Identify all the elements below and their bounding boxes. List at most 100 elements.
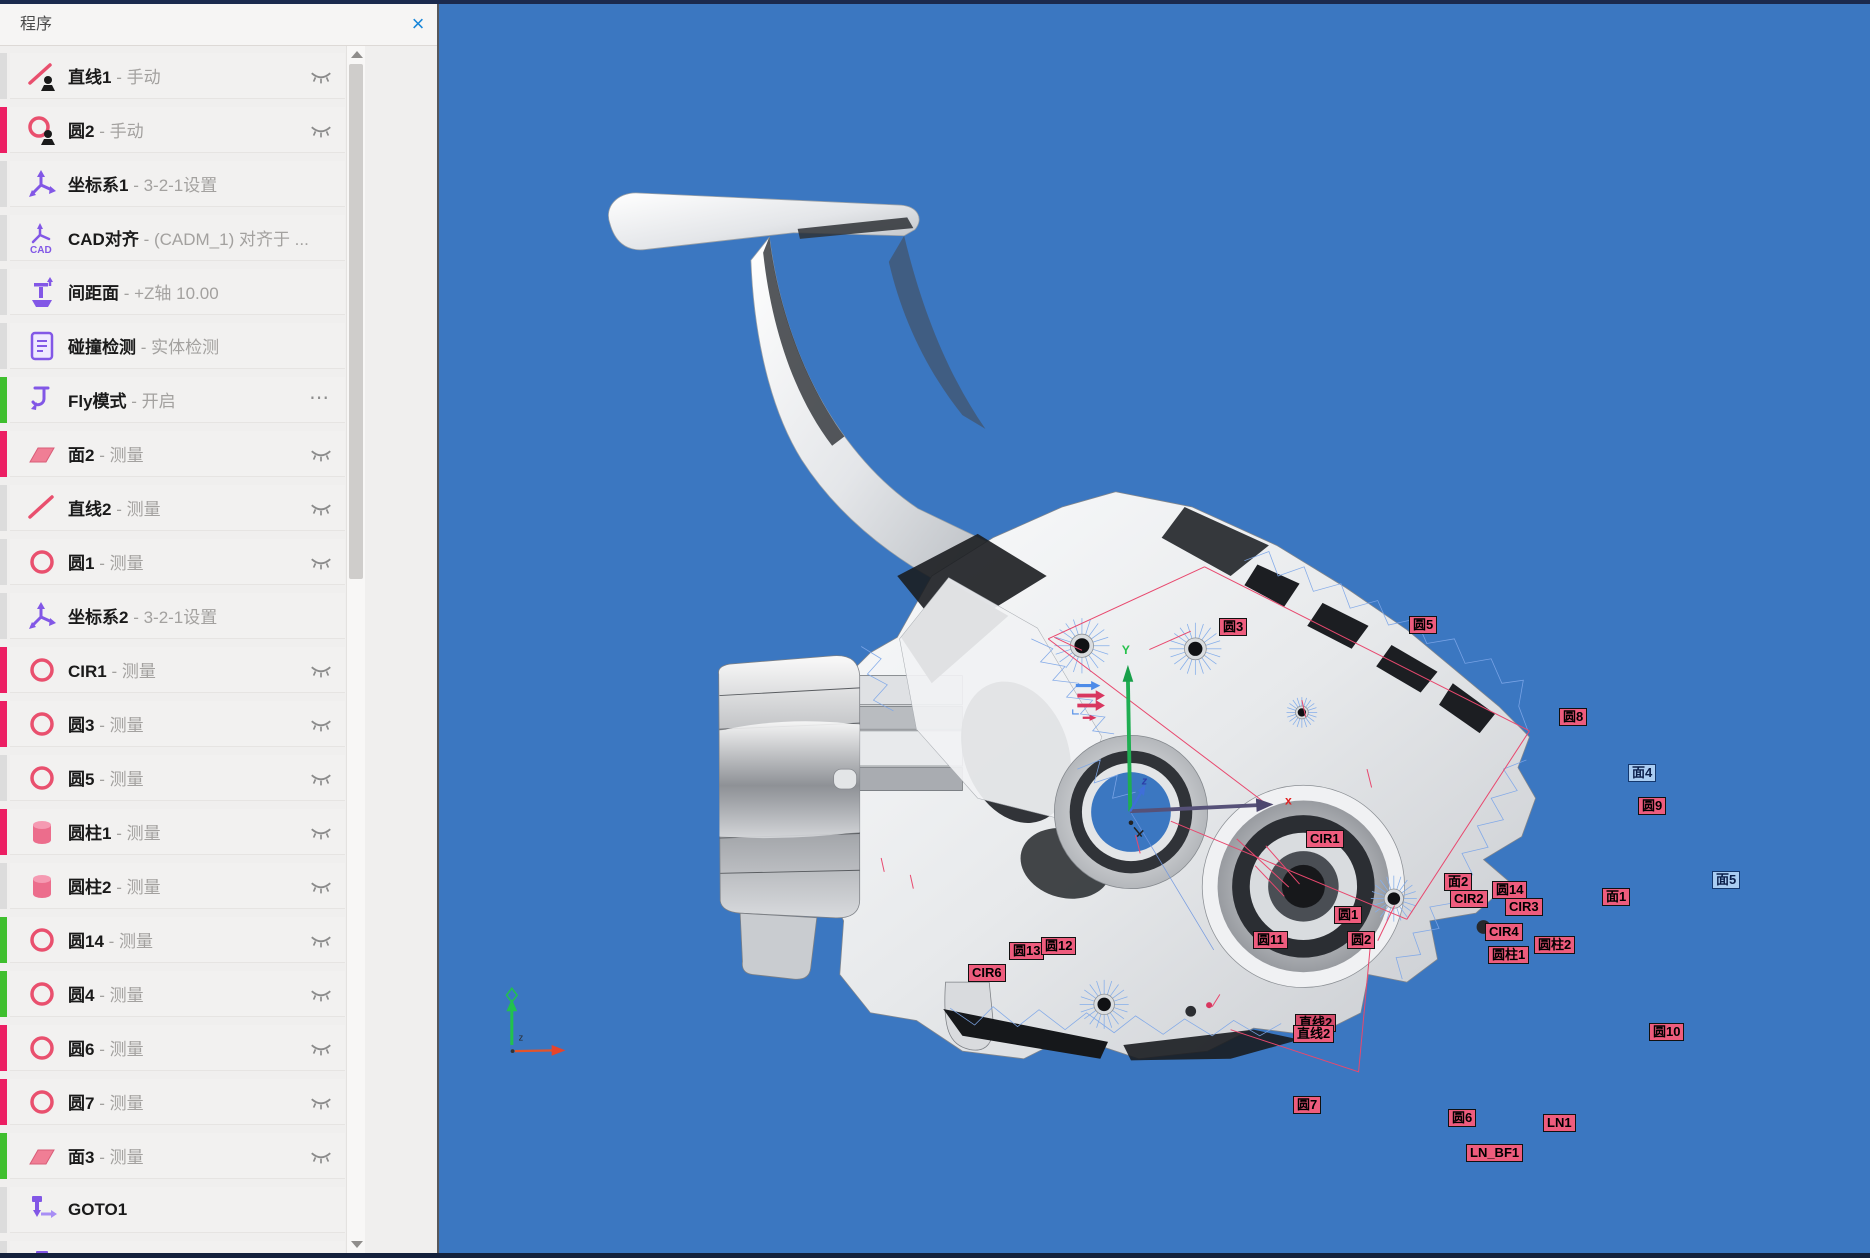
status-accent-bar [0,1025,7,1071]
program-item-22[interactable]: GOTO1 [10,1187,345,1233]
feature-label-27[interactable]: 圆10 [1649,1023,1684,1041]
feature-label-9[interactable]: CIR2 [1450,890,1488,908]
program-item-2[interactable]: 圆2 - 手动 [10,107,345,153]
feature-label-2[interactable]: 圆8 [1559,708,1587,726]
close-icon[interactable]: × [405,10,431,38]
visibility-eye-icon[interactable] [309,877,333,895]
visibility-eye-icon[interactable] [309,1093,333,1111]
scroll-down-icon[interactable] [351,1241,363,1248]
feature-label-26[interactable]: LN_BF1 [1466,1144,1523,1162]
visibility-eye-icon[interactable] [309,661,333,679]
program-item-16[interactable]: 圆柱2 - 测量 [10,863,345,909]
feature-label-19[interactable]: CIR4 [1485,923,1523,941]
program-item-label: 圆2 - 手动 [68,117,144,142]
program-item-7[interactable]: Fly模式 - 开启⋯ [10,377,345,423]
visibility-eye-icon[interactable] [309,1147,333,1165]
feature-label-22[interactable]: 直线2 [1293,1025,1334,1043]
line-point-icon [26,59,58,93]
program-item-label: 圆3 - 测量 [68,711,144,736]
feature-label-18[interactable]: 圆柱1 [1488,946,1529,964]
visibility-eye-icon[interactable] [309,1039,333,1057]
application-window: 程序 × 直线1 - 手动圆2 - 手动坐标系1 - 3-2-1设置CADCAD… [0,0,1870,1258]
feature-label-13[interactable]: 圆2 [1347,931,1375,949]
3d-viewport[interactable]: x Y z [437,4,1870,1253]
program-item-label: 圆14 - 测量 [68,927,153,952]
visibility-eye-icon[interactable] [309,499,333,517]
feature-label-16[interactable]: 圆12 [1041,937,1076,955]
feature-label-14[interactable]: 圆11 [1253,931,1288,949]
visibility-eye-icon[interactable] [309,553,333,571]
status-accent-bar [0,809,7,855]
feature-label-7[interactable]: 面2 [1444,873,1472,891]
program-item-4[interactable]: CAD CAD对齐 - (CADM_1) 对齐于 ... [10,215,345,261]
program-item-19[interactable]: 圆6 - 测量 [10,1025,345,1071]
feature-label-23[interactable]: 圆7 [1293,1096,1321,1114]
program-item-23[interactable]: 1-40-A90BNF3DF5 - (90.0, -5… [10,1241,345,1253]
status-accent-bar [0,485,7,531]
feature-label-0[interactable]: 圆3 [1219,618,1247,636]
program-panel-header: 程序 × [0,4,437,46]
program-item-label: CIR1 - 测量 [68,657,156,682]
feature-label-3[interactable]: 面4 [1628,764,1656,782]
axis-x-label: x [1285,793,1292,807]
program-item-label: 直线1 - 手动 [68,63,161,88]
program-item-21[interactable]: 面3 - 测量 [10,1133,345,1179]
feature-label-8[interactable]: 圆14 [1492,881,1527,899]
axes-icon [26,599,58,633]
program-item-15[interactable]: 圆柱1 - 测量 [10,809,345,855]
visibility-eye-icon[interactable] [309,823,333,841]
fly-icon [26,383,58,417]
visibility-eye-icon[interactable] [309,445,333,463]
status-accent-bar [0,647,7,693]
more-options-icon[interactable]: ⋯ [309,385,331,410]
feature-label-20[interactable]: 圆柱2 [1534,936,1575,954]
program-item-6[interactable]: 碰撞检测 - 实体检测 [10,323,345,369]
axis-z-label: z [1141,775,1148,787]
feature-label-15[interactable]: 圆13 [1009,942,1044,960]
status-accent-bar [0,755,7,801]
offset-plane-icon [26,275,58,309]
feature-label-11[interactable]: 面1 [1602,888,1630,906]
circle-icon [26,653,58,687]
program-item-14[interactable]: 圆5 - 测量 [10,755,345,801]
program-item-9[interactable]: 直线2 - 测量 [10,485,345,531]
cad-model: x Y z [439,4,1870,1253]
feature-label-25[interactable]: LN1 [1543,1114,1576,1132]
feature-label-10[interactable]: CIR3 [1505,898,1543,916]
visibility-eye-icon[interactable] [309,769,333,787]
visibility-eye-icon[interactable] [309,715,333,733]
feature-label-5[interactable]: 面5 [1712,871,1740,889]
program-panel: 程序 × 直线1 - 手动圆2 - 手动坐标系1 - 3-2-1设置CADCAD… [0,4,437,1253]
program-item-1[interactable]: 直线1 - 手动 [10,53,345,99]
program-item-17[interactable]: 圆14 - 测量 [10,917,345,963]
visibility-eye-icon[interactable] [309,931,333,949]
program-item-20[interactable]: 圆7 - 测量 [10,1079,345,1125]
scrollbar[interactable] [346,46,365,1253]
scrollbar-thumb[interactable] [349,64,363,579]
program-item-5[interactable]: 间距面 - +Z轴 10.00 [10,269,345,315]
scroll-up-icon[interactable] [351,51,363,58]
circle-icon [26,761,58,795]
program-item-12[interactable]: CIR1 - 测量 [10,647,345,693]
feature-label-24[interactable]: 圆6 [1448,1109,1476,1127]
feature-label-4[interactable]: 圆9 [1638,797,1666,815]
program-item-11[interactable]: 坐标系2 - 3-2-1设置 [10,593,345,639]
status-accent-bar [0,269,7,315]
program-item-10[interactable]: 圆1 - 测量 [10,539,345,585]
visibility-eye-icon[interactable] [309,121,333,139]
program-item-18[interactable]: 圆4 - 测量 [10,971,345,1017]
program-item-label: CAD对齐 - (CADM_1) 对齐于 ... [68,225,309,250]
status-accent-bar [0,53,7,99]
feature-label-6[interactable]: CIR1 [1306,830,1344,848]
visibility-eye-icon[interactable] [309,67,333,85]
feature-label-1[interactable]: 圆5 [1409,616,1437,634]
program-item-8[interactable]: 面2 - 测量 [10,431,345,477]
status-accent-bar [0,377,7,423]
feature-label-12[interactable]: 圆1 [1334,906,1362,924]
program-item-3[interactable]: 坐标系1 - 3-2-1设置 [10,161,345,207]
cad-icon: CAD [26,221,58,255]
status-accent-bar [0,863,7,909]
program-item-13[interactable]: 圆3 - 测量 [10,701,345,747]
visibility-eye-icon[interactable] [309,985,333,1003]
feature-label-17[interactable]: CIR6 [968,964,1006,982]
